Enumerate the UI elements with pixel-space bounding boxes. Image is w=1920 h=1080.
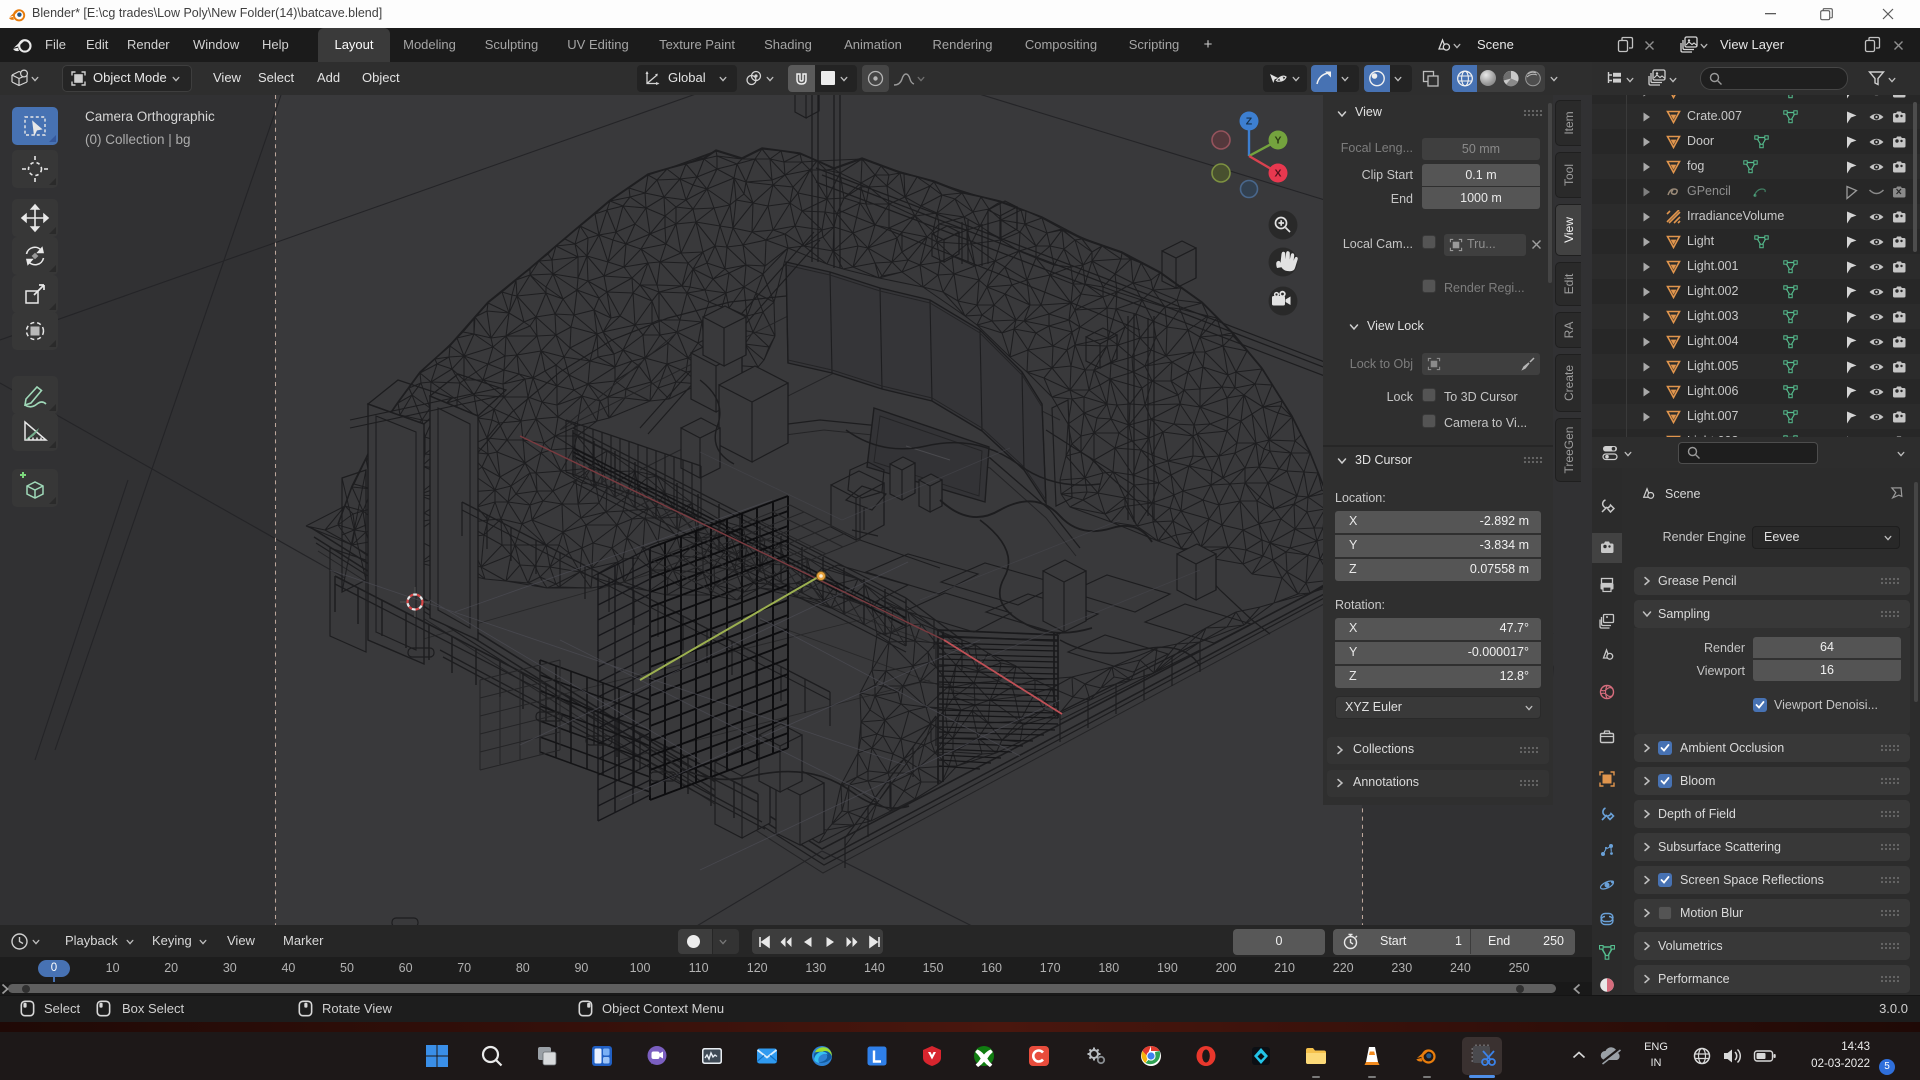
svg-text:(0) Collection | bg: (0) Collection | bg [85,132,191,147]
svg-text:Z: Z [1246,116,1253,128]
svg-text:Camera Orthographic: Camera Orthographic [85,109,215,124]
svg-text:Y: Y [1274,135,1281,147]
svg-text:X: X [1274,168,1281,180]
